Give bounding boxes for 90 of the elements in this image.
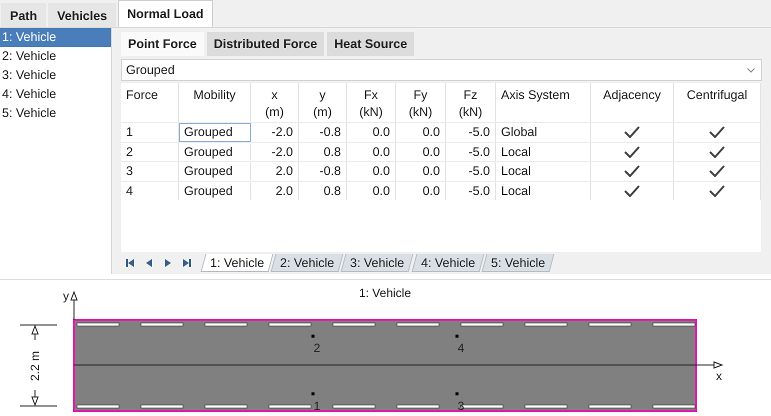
table-cell: 4 xyxy=(126,184,133,198)
table-cell: -0.8 xyxy=(319,125,341,140)
column-unit: (kN) xyxy=(408,104,432,121)
next-icon[interactable] xyxy=(163,258,173,268)
mobility-dropdown[interactable]: Grouped xyxy=(121,59,762,81)
force-point xyxy=(312,392,314,396)
column-header: Force xyxy=(126,87,158,104)
column-header: Centrifugal xyxy=(686,87,748,104)
dimension-label: 2.2 m xyxy=(28,351,42,381)
table-cell: -0.8 xyxy=(319,164,341,178)
table-cell: Local xyxy=(501,144,531,159)
diagram-title: 1: Vehicle xyxy=(358,286,412,300)
vehicle-list-item[interactable]: 2: Vehicle xyxy=(0,47,111,66)
table-cell: 0.0 xyxy=(422,144,440,159)
axis-label: y xyxy=(63,289,69,303)
checkmark-icon[interactable] xyxy=(709,126,725,138)
table-cell: 0.0 xyxy=(422,184,440,198)
first-page-icon[interactable] xyxy=(125,258,135,268)
vehicle-list-item[interactable]: 5: Vehicle xyxy=(0,104,111,123)
axis-label: x xyxy=(716,369,722,383)
column-header: Adjacency xyxy=(603,87,661,104)
table-cell: 0.8 xyxy=(324,184,341,198)
point-label: 3 xyxy=(458,398,464,413)
table-cell: -5.0 xyxy=(468,144,490,159)
sheet-tab[interactable]: 1: Vehicle xyxy=(200,254,274,272)
table-cell: -2.0 xyxy=(271,125,293,140)
checkmark-icon[interactable] xyxy=(624,146,640,158)
table-cell: 2.0 xyxy=(276,184,293,198)
table-cell: -5.0 xyxy=(468,164,490,178)
tab[interactable]: Heat Source xyxy=(327,32,414,56)
force-point xyxy=(456,334,458,338)
vehicle-list-item[interactable]: 1: Vehicle xyxy=(0,28,111,47)
mobility-cell[interactable]: Grouped xyxy=(179,123,251,142)
table-cell: 0.8 xyxy=(324,144,341,159)
mobility-cell[interactable]: Grouped xyxy=(179,182,251,200)
checkmark-icon[interactable] xyxy=(624,126,640,138)
checkmark-icon[interactable] xyxy=(709,146,725,158)
table-cell: Local xyxy=(501,164,531,178)
checkmark-icon[interactable] xyxy=(709,165,725,178)
table-cell: 2.0 xyxy=(276,164,293,178)
column-unit: (kN) xyxy=(458,104,482,121)
force-point xyxy=(456,392,458,396)
table-cell: Local xyxy=(501,184,531,198)
table-cell: -5.0 xyxy=(468,125,490,140)
point-label: 1 xyxy=(314,398,320,413)
checkmark-icon[interactable] xyxy=(624,184,640,197)
table-cell: -2.0 xyxy=(271,144,293,159)
column-header: x xyxy=(271,87,278,104)
table-cell: 2 xyxy=(126,144,133,159)
mobility-cell[interactable]: Grouped xyxy=(179,142,251,161)
table-cell: 0.0 xyxy=(372,125,390,140)
previous-icon[interactable] xyxy=(144,258,154,268)
table-cell: 0.0 xyxy=(422,125,440,140)
checkmark-icon[interactable] xyxy=(624,165,640,178)
tab[interactable]: Vehicles xyxy=(48,3,116,27)
vehicle-list-item[interactable]: 4: Vehicle xyxy=(0,85,111,104)
table-cell: 0.0 xyxy=(372,184,390,198)
column-unit: (m) xyxy=(313,104,332,121)
tab[interactable]: Normal Load xyxy=(118,0,213,27)
chevron-down-icon xyxy=(747,68,755,72)
table-cell: 1 xyxy=(126,125,133,140)
vehicle-list-item[interactable]: 3: Vehicle xyxy=(0,66,111,85)
column-header: Mobility xyxy=(193,87,236,104)
column-header: Fz xyxy=(464,87,478,104)
tab[interactable]: Point Force xyxy=(121,32,204,56)
table-cell: 0.0 xyxy=(422,164,440,178)
checkmark-icon[interactable] xyxy=(709,184,725,197)
point-label: 2 xyxy=(314,341,320,356)
table-cell: 3 xyxy=(126,164,133,178)
sheet-tab[interactable]: 3: Vehicle xyxy=(341,254,414,272)
table-cell: Global xyxy=(501,125,538,140)
last-page-icon[interactable] xyxy=(182,258,192,268)
mobility-cell[interactable]: Grouped xyxy=(179,162,251,180)
sheet-tab[interactable]: 4: Vehicle xyxy=(411,254,484,272)
column-header: Fx xyxy=(364,87,378,104)
sheet-tab[interactable]: 2: Vehicle xyxy=(270,254,344,272)
tab[interactable]: Distributed Force xyxy=(206,32,324,56)
column-unit: (kN) xyxy=(359,104,383,121)
table-cell: 0.0 xyxy=(372,144,390,159)
column-unit: (m) xyxy=(265,104,284,121)
column-header: Axis System xyxy=(501,87,570,104)
table-cell: -5.0 xyxy=(468,184,490,198)
y-axis xyxy=(70,290,78,320)
column-header: y xyxy=(319,87,326,104)
sheet-tab[interactable]: 5: Vehicle xyxy=(481,254,554,272)
table-cell: 0.0 xyxy=(372,164,390,178)
column-header: Fy xyxy=(414,87,428,104)
tab[interactable]: Path xyxy=(1,3,46,27)
force-point xyxy=(312,334,314,338)
point-label: 4 xyxy=(458,341,464,356)
